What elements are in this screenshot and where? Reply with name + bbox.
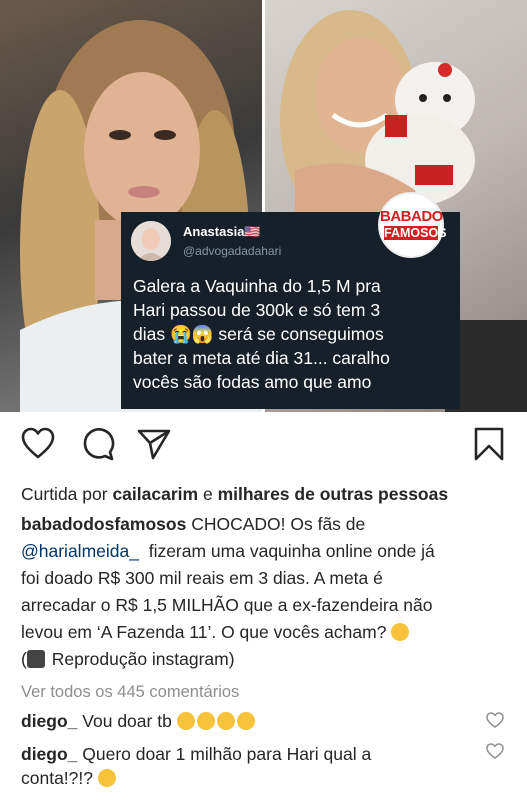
brand-logo-line2: FAMOSOS xyxy=(384,226,447,240)
tweet-line: Galera a Vaquinha do 1,5 M pra xyxy=(133,276,381,296)
comment-username[interactable]: diego_ xyxy=(21,744,77,764)
caption-mention-link[interactable]: @harialmeida_ xyxy=(21,541,139,561)
tweet-avatar xyxy=(131,221,171,261)
caption-text: foi doado R$ 300 mil reais em 3 dias. A … xyxy=(21,568,383,588)
likes-line: Curtida por cailacarim e milhares de out… xyxy=(21,483,521,506)
laughing-emoji-icon xyxy=(196,712,215,730)
likes-user-link[interactable]: cailacarim xyxy=(112,484,198,504)
caption-text: arrecadar o R$ 1,5 MILHÃO que a ex-fazen… xyxy=(21,595,433,615)
comment-like-heart-icon[interactable] xyxy=(485,710,505,730)
tweet-text: Galera a Vaquinha do 1,5 M pra Hari pass… xyxy=(133,274,453,394)
laughing-emoji-icon xyxy=(97,769,116,787)
caption-line-5: levou em ‘A Fazenda 11’. O que vocês ach… xyxy=(21,621,521,644)
caption-username[interactable]: babadodosfamosos xyxy=(21,514,186,534)
caption-line-2: @harialmeida_ fizeram uma vaquinha onlin… xyxy=(21,540,521,563)
comment-icon[interactable] xyxy=(80,426,120,466)
caption-line-1: babadodosfamosos CHOCADO! Os fãs de xyxy=(21,513,521,536)
comment-item-cont: conta!?!? xyxy=(21,767,521,790)
heart-icon[interactable] xyxy=(20,426,60,466)
likes-prefix: Curtida por xyxy=(21,484,108,504)
tweet-line: bater a meta até dia 31... caralho xyxy=(133,348,390,368)
bookmark-icon[interactable] xyxy=(471,426,511,466)
comment-username[interactable]: diego_ xyxy=(21,711,77,731)
tweet-line: dias 😭😱 será se conseguimos xyxy=(133,324,384,344)
camera-emoji-icon xyxy=(26,650,45,668)
comment-text: conta!?!? xyxy=(21,768,93,788)
comment-item: diego_ Quero doar 1 milhão para Hari qua… xyxy=(21,743,521,766)
tweet-author-handle: @advogadadahari xyxy=(183,244,282,258)
brand-logo-line1: BABADO xyxy=(380,208,443,225)
send-icon[interactable] xyxy=(136,426,176,466)
comment-item: diego_ Vou doar tb xyxy=(21,710,521,733)
tweet-line: Hari passou de 300k e só tem 3 xyxy=(133,300,381,320)
comment-like-heart-icon[interactable] xyxy=(485,741,505,761)
tweet-author-name: Anastasia🇺🇸 xyxy=(183,224,261,239)
laughing-emoji-icon xyxy=(216,712,235,730)
comment-text: Quero doar 1 milhão para Hari qual a xyxy=(82,744,372,764)
view-all-comments-link[interactable]: Ver todos os 445 comentários xyxy=(21,681,521,704)
brand-logo: BABADO FAMOSOS xyxy=(378,192,447,258)
caption-text: Reprodução instagram) xyxy=(51,649,235,669)
caption-paren: ( xyxy=(21,649,27,669)
post-image[interactable]: Anastasia🇺🇸 @advogadadahari Galera a Vaq… xyxy=(0,0,527,412)
action-bar xyxy=(0,412,527,478)
caption-text: fizeram uma vaquinha online onde já xyxy=(148,541,435,561)
tweet-line: vocês são fodas amo que amo xyxy=(133,372,372,392)
caption-text: levou em ‘A Fazenda 11’. O que vocês ach… xyxy=(21,622,387,642)
caption-line-6: ( Reprodução instagram) xyxy=(21,648,521,671)
comment-text: Vou doar tb xyxy=(82,711,172,731)
astonished-emoji-icon xyxy=(391,623,410,641)
likes-conj: e xyxy=(202,484,213,504)
laughing-emoji-icon xyxy=(236,712,255,730)
laughing-emoji-icon xyxy=(176,712,195,730)
caption-text: CHOCADO! Os fãs de xyxy=(191,514,366,534)
likes-others-link[interactable]: milhares de outras pessoas xyxy=(218,484,449,504)
